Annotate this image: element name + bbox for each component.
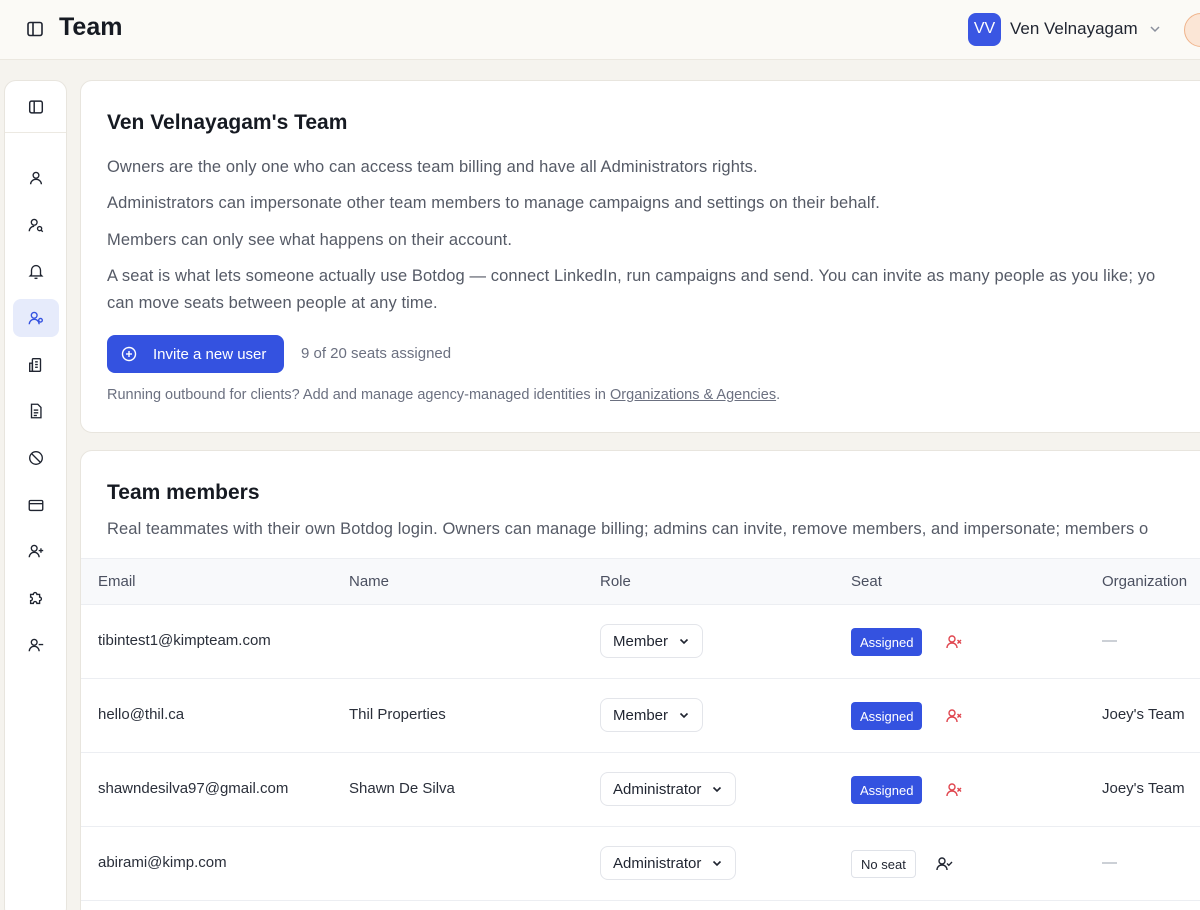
nav-profile[interactable] bbox=[13, 159, 59, 197]
invite-user-button[interactable]: Invite a new user bbox=[107, 335, 284, 373]
agency-note-suffix: . bbox=[776, 387, 781, 403]
user-menu[interactable]: VV Ven Velnayagam bbox=[968, 12, 1162, 46]
team-line-admins: Administrators can impersonate other tea… bbox=[107, 194, 880, 212]
role-select[interactable]: Member bbox=[600, 624, 704, 658]
nav-remove-user[interactable] bbox=[13, 626, 59, 664]
member-organization: — bbox=[1102, 854, 1117, 871]
table-row: hello@thil.ca Thil Properties Member Ass… bbox=[81, 679, 1200, 753]
document-icon bbox=[30, 403, 42, 419]
team-line-seats-cont: can move seats between people at any tim… bbox=[107, 294, 438, 312]
seat-badge: Assigned bbox=[851, 776, 923, 804]
member-email: tibintest1@kimpteam.com bbox=[98, 632, 271, 649]
member-email: abirami@kimp.com bbox=[98, 854, 227, 871]
members-title: Team members bbox=[107, 481, 260, 504]
members-description: Real teammates with their own Botdog log… bbox=[107, 520, 1149, 538]
puzzle-icon bbox=[29, 591, 43, 605]
role-select[interactable]: Member bbox=[600, 698, 704, 732]
user-plus-icon bbox=[28, 544, 44, 558]
column-name[interactable]: Name bbox=[349, 573, 389, 590]
table-row: abirami@kimp.com Administrator No seat — bbox=[81, 827, 1200, 901]
team-info-card: Ven Velnayagam's Team Owners are the onl… bbox=[80, 80, 1200, 433]
side-nav bbox=[4, 80, 67, 910]
secondary-avatar[interactable] bbox=[1184, 13, 1200, 47]
user-name: Ven Velnayagam bbox=[1010, 19, 1138, 38]
assign-seat-icon[interactable] bbox=[935, 855, 953, 873]
user-search-icon bbox=[28, 218, 44, 233]
agency-note-text: Running outbound for clients? Add and ma… bbox=[107, 387, 611, 403]
page-title: Team bbox=[59, 13, 123, 41]
building-icon bbox=[29, 358, 42, 372]
role-value: Administrator bbox=[613, 780, 702, 798]
role-select[interactable]: Administrator bbox=[600, 772, 737, 806]
table-row: tibintest1@kimpteam.com Member Assigned … bbox=[81, 605, 1200, 679]
seat-badge: Assigned bbox=[851, 702, 923, 730]
nav-notifications[interactable] bbox=[13, 252, 59, 290]
nav-blocklist[interactable] bbox=[13, 439, 59, 477]
bell-icon bbox=[28, 264, 44, 280]
member-email: hello@thil.ca bbox=[98, 706, 185, 723]
member-name: Thil Properties bbox=[349, 706, 446, 723]
user-minus-icon bbox=[28, 638, 44, 652]
nav-documents[interactable] bbox=[13, 392, 59, 430]
chevron-down-icon bbox=[679, 638, 689, 645]
role-select[interactable]: Administrator bbox=[600, 846, 737, 880]
seats-count: 9 of 20 seats assigned bbox=[301, 345, 452, 362]
invite-user-label: Invite a new user bbox=[153, 345, 267, 363]
chevron-down-icon bbox=[713, 860, 722, 867]
team-line-owners: Owners are the only one who can access t… bbox=[107, 158, 758, 176]
nav-billing[interactable] bbox=[13, 486, 59, 524]
sidebar-toggle-icon[interactable] bbox=[25, 19, 45, 39]
column-role[interactable]: Role bbox=[600, 573, 631, 590]
member-email: shawndesilva97@gmail.com bbox=[98, 780, 289, 797]
chevron-down-icon bbox=[1150, 26, 1160, 33]
member-organization: — bbox=[1102, 632, 1117, 649]
plus-circle-icon bbox=[121, 346, 137, 362]
team-members-card: Team members Real teammates with their o… bbox=[80, 450, 1200, 910]
team-icon bbox=[28, 311, 43, 325]
nav-prospects[interactable] bbox=[13, 206, 59, 244]
agency-note: Running outbound for clients? Add and ma… bbox=[107, 387, 780, 403]
seat-badge: Assigned bbox=[851, 628, 923, 656]
role-value: Administrator bbox=[613, 854, 702, 872]
chevron-down-icon bbox=[713, 786, 722, 793]
organizations-link[interactable]: Organizations & Agencies bbox=[610, 387, 776, 403]
unassign-seat-icon[interactable] bbox=[945, 707, 963, 725]
avatar: VV bbox=[968, 12, 1001, 46]
unassign-seat-icon[interactable] bbox=[945, 781, 963, 799]
nav-team[interactable] bbox=[13, 299, 59, 337]
top-bar: Team VV Ven Velnayagam bbox=[0, 0, 1200, 60]
table-row: shawndesilva97@gmail.com Shawn De Silva … bbox=[81, 753, 1200, 827]
member-organization: Joey's Team bbox=[1102, 706, 1185, 723]
column-seat[interactable]: Seat bbox=[851, 573, 882, 590]
member-organization: Joey's Team bbox=[1102, 780, 1185, 797]
seat-badge: No seat bbox=[851, 850, 916, 878]
role-value: Member bbox=[613, 632, 669, 650]
table-header: Email Name Role Seat Organization bbox=[81, 558, 1200, 605]
unassign-seat-icon[interactable] bbox=[945, 633, 963, 651]
nav-integrations[interactable] bbox=[13, 579, 59, 617]
column-email[interactable]: Email bbox=[98, 573, 136, 590]
team-title: Ven Velnayagam's Team bbox=[107, 111, 348, 134]
role-value: Member bbox=[613, 706, 669, 724]
chevron-down-icon bbox=[679, 712, 689, 719]
nav-collapse-button[interactable] bbox=[5, 81, 66, 133]
block-icon bbox=[29, 451, 43, 465]
team-line-members: Members can only see what happens on the… bbox=[107, 231, 512, 249]
nav-invite[interactable] bbox=[13, 532, 59, 570]
column-organization[interactable]: Organization bbox=[1102, 573, 1187, 590]
nav-organizations[interactable] bbox=[13, 346, 59, 384]
sidebar-toggle-icon bbox=[28, 99, 43, 114]
team-line-seats: A seat is what lets someone actually use… bbox=[107, 267, 1156, 285]
credit-card-icon bbox=[28, 499, 44, 512]
member-name: Shawn De Silva bbox=[349, 780, 455, 797]
user-icon bbox=[29, 171, 43, 185]
